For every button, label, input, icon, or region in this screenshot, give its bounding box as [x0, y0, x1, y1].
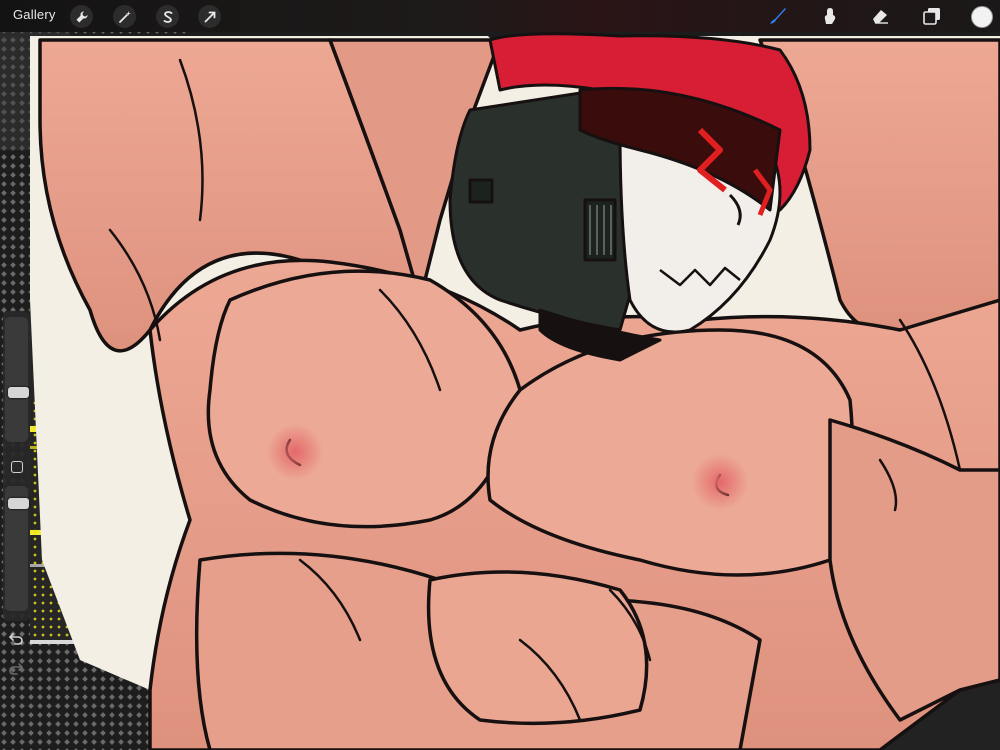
undo-icon[interactable]	[6, 629, 26, 649]
gallery-button[interactable]: Gallery	[13, 7, 56, 22]
opacity-slider[interactable]	[5, 486, 29, 611]
eraser-icon[interactable]	[868, 4, 892, 28]
drawing-canvas[interactable]	[0, 0, 1000, 750]
left-sidebar	[3, 311, 30, 675]
opacity-thumb[interactable]	[8, 498, 29, 509]
layers-icon[interactable]	[920, 4, 944, 28]
color-picker-button[interactable]	[971, 6, 993, 28]
redo-icon[interactable]	[6, 659, 26, 679]
brush-size-thumb[interactable]	[8, 387, 29, 398]
magic-wand-icon[interactable]	[113, 5, 136, 28]
brush-size-slider[interactable]	[5, 317, 29, 442]
modify-button[interactable]	[11, 461, 23, 473]
smudge-icon[interactable]	[818, 4, 842, 28]
top-toolbar: Gallery	[0, 0, 1000, 32]
wrench-icon[interactable]	[70, 5, 93, 28]
transform-arrow-icon[interactable]	[198, 5, 221, 28]
brush-icon[interactable]	[766, 4, 790, 28]
selection-s-icon[interactable]	[156, 5, 179, 28]
